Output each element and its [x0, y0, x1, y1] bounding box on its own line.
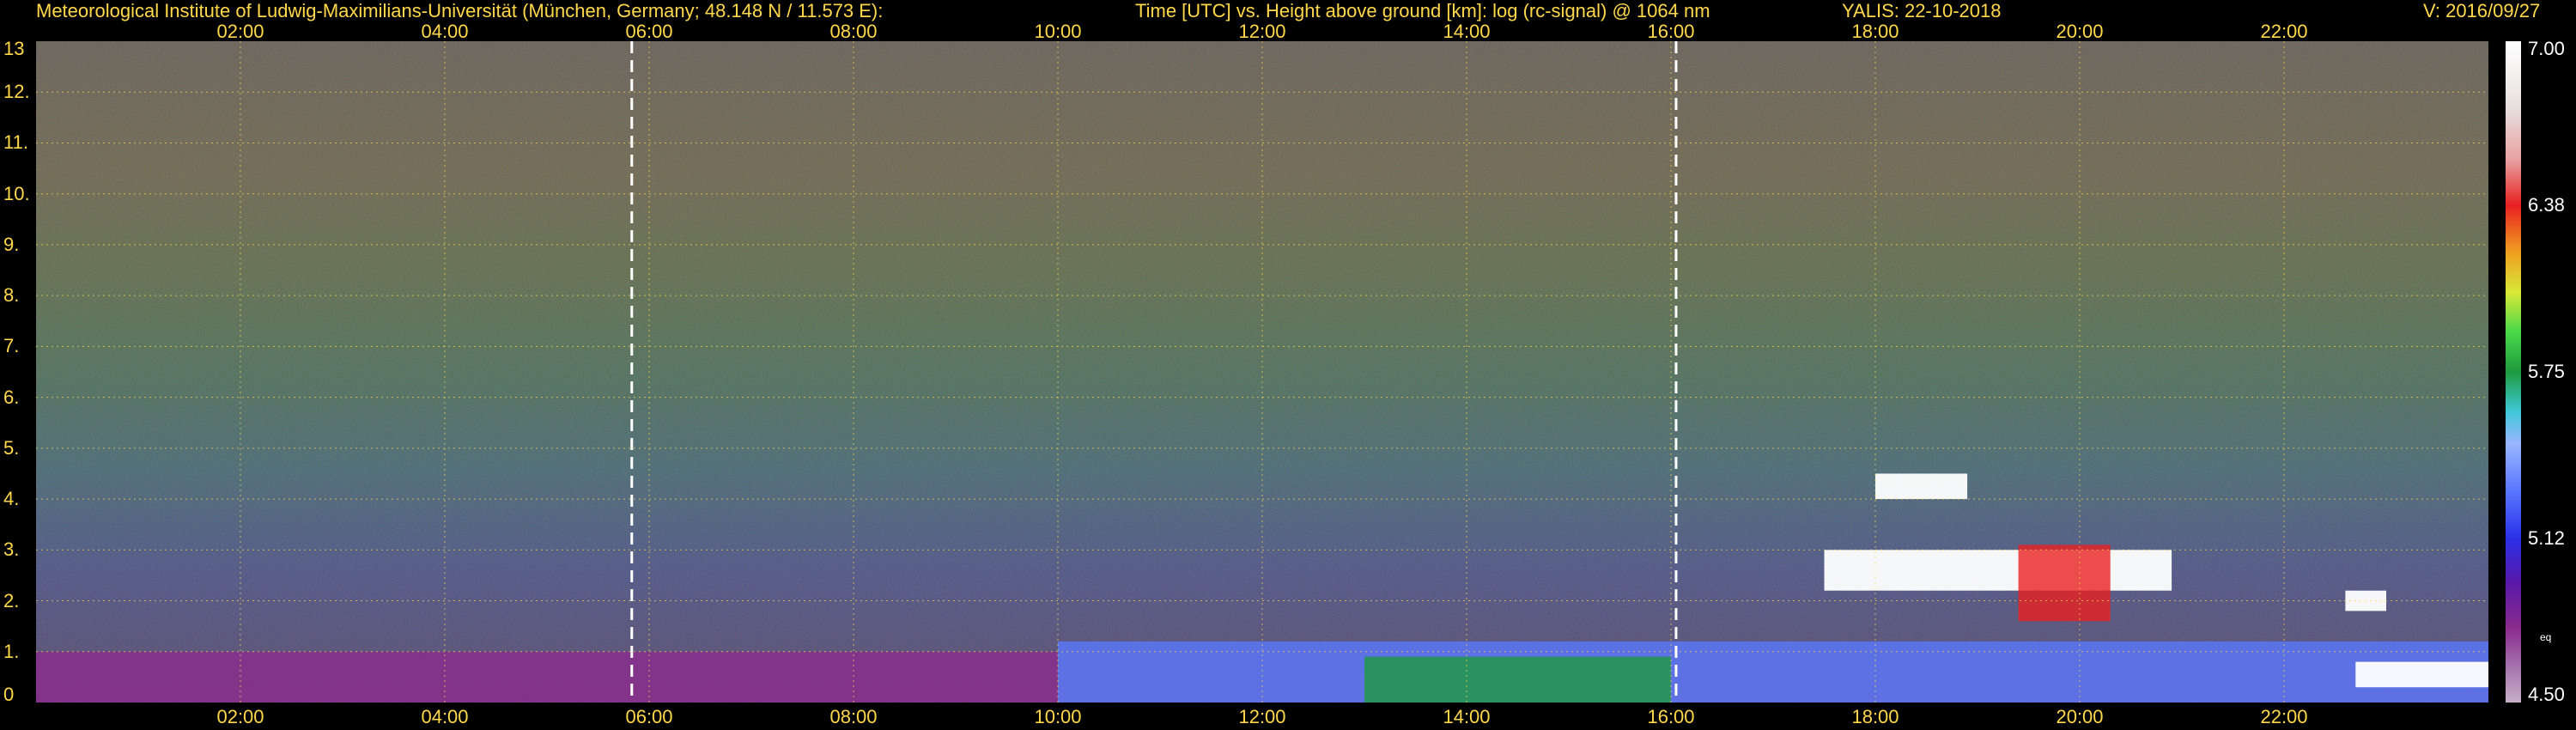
x-tick-label-top: 10:00	[1034, 21, 1082, 42]
feature-cloud-3	[1824, 550, 2172, 591]
x-tick-label-bottom: 18:00	[1851, 706, 1899, 727]
institute-title: Meteorological Institute of Ludwig-Maxim…	[36, 0, 884, 21]
station-date: YALIS: 22-10-2018	[1842, 0, 2002, 21]
x-tick-label-top: 08:00	[829, 21, 878, 42]
x-tick-label-bottom: 14:00	[1443, 706, 1491, 727]
y-tick-label: 3.	[3, 538, 20, 561]
x-tick-label-top: 16:00	[1647, 21, 1695, 42]
feature-boundary-layer-1	[1058, 641, 2488, 703]
y-tick-label: 0	[3, 684, 15, 705]
y-tick-label: 7.	[3, 335, 20, 357]
y-tick-label: 10.	[3, 182, 30, 204]
x-tick-label-bottom: 16:00	[1647, 706, 1695, 727]
x-tick-label-bottom: 12:00	[1238, 706, 1286, 727]
y-tick-label: 6.	[3, 386, 20, 408]
colorbar-tick-label: 5.12	[2528, 527, 2565, 550]
lidar-quicklook-plot	[36, 41, 2488, 703]
x-tick-label-top: 14:00	[1443, 21, 1491, 42]
colorbar-tick-label: 7.00	[2528, 38, 2565, 59]
feature-low-cloud-7	[2355, 661, 2488, 688]
x-tick-label-bottom: 22:00	[2260, 706, 2308, 727]
x-tick-label-top: 02:00	[216, 21, 264, 42]
colorbar-tick-label: 4.50	[2528, 684, 2565, 705]
y-tick-label: 5.	[3, 436, 20, 459]
y-tick-label: 8.	[3, 284, 20, 307]
x-tick-label-bottom: 06:00	[625, 706, 673, 727]
colorbar-unit-label: eq	[2540, 631, 2552, 643]
feature-boundary-layer-0	[36, 651, 1058, 703]
colorbar-tick-label: 6.38	[2528, 193, 2565, 216]
x-tick-label-top: 12:00	[1238, 21, 1286, 42]
feature-cloud-5	[2018, 544, 2111, 622]
x-tick-label-bottom: 10:00	[1034, 706, 1082, 727]
y-tick-label: 11.	[3, 131, 28, 154]
x-tick-label-bottom: 02:00	[216, 706, 264, 727]
x-tick-label-bottom: 08:00	[829, 706, 878, 727]
feature-aerosol-layer-2	[1364, 656, 1671, 703]
plot-description: Time [UTC] vs. Height above ground [km]:…	[1135, 0, 1710, 21]
y-tick-label: 9.	[3, 233, 20, 255]
x-tick-label-top: 04:00	[421, 21, 469, 42]
x-tick-label-top: 22:00	[2260, 21, 2308, 42]
feature-cloud-4	[1875, 473, 1968, 500]
y-tick-label: 2.	[3, 589, 20, 611]
y-tick-label: 13	[3, 38, 25, 59]
x-tick-label-bottom: 04:00	[421, 706, 469, 727]
y-tick-label: 12.	[3, 81, 30, 103]
version-label: V: 2016/09/27	[2423, 0, 2541, 21]
x-tick-label-top: 20:00	[2056, 21, 2104, 42]
x-tick-label-bottom: 20:00	[2056, 706, 2104, 727]
colorbar-tick-label: 5.75	[2528, 361, 2565, 382]
y-tick-label: 4.	[3, 488, 20, 510]
y-tick-label: 1.	[3, 640, 20, 662]
quicklook-heatmap	[36, 41, 2488, 703]
colorbar	[2506, 41, 2521, 703]
x-tick-label-top: 18:00	[1851, 21, 1899, 42]
x-tick-label-top: 06:00	[625, 21, 673, 42]
